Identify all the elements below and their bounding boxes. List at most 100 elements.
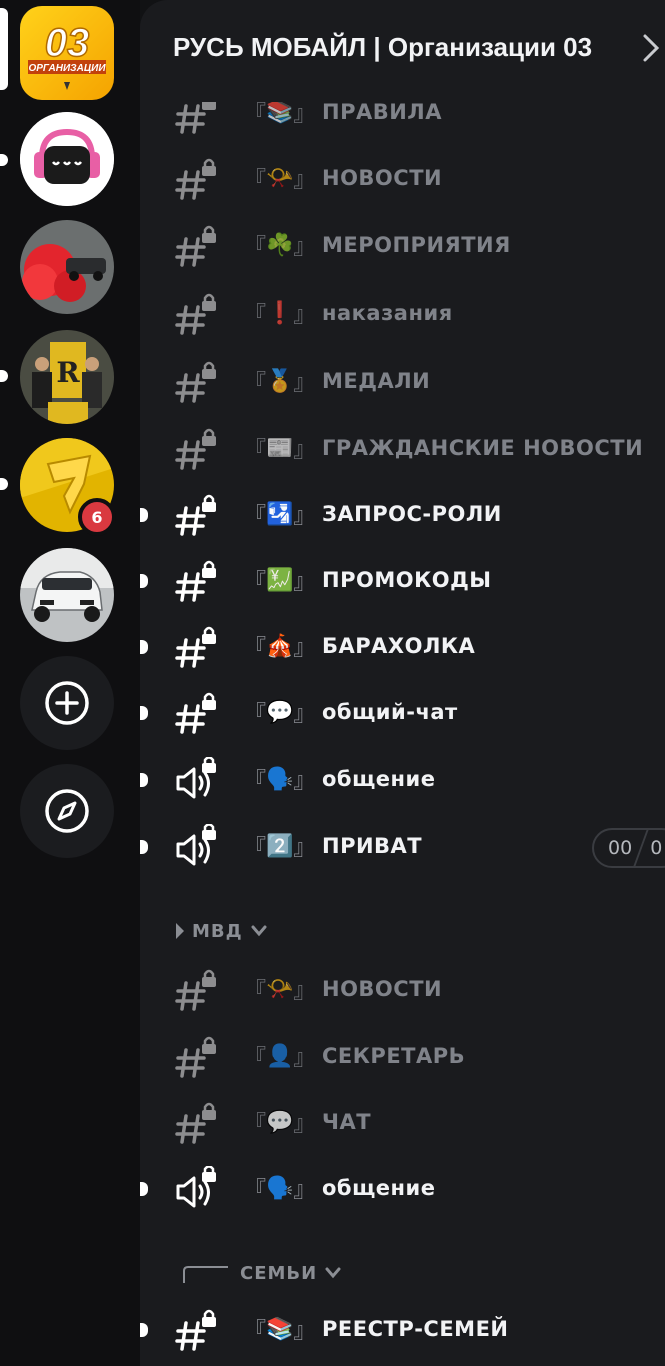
channel-name: наказания — [322, 301, 453, 325]
bracket-close: 』 — [293, 1112, 316, 1137]
channel-name: ГРАЖДАНСКИЕ НОВОСТИ — [322, 436, 644, 460]
unread-indicator — [0, 154, 8, 166]
hash-icon — [174, 967, 220, 1013]
emoji: ❗ — [266, 300, 294, 326]
svg-text:R: R — [56, 356, 80, 389]
channel-row[interactable]: 『🗣️』 общение — [140, 747, 665, 813]
unread-indicator — [140, 1323, 148, 1337]
bracket-open: 『 — [244, 702, 267, 727]
text-channel-locked-icon — [175, 626, 216, 668]
emoji: 🏅 — [266, 368, 294, 394]
channel-row[interactable]: 『☘️』 МЕРОПРИЯТИЯ — [140, 213, 665, 279]
white-car-icon — [20, 548, 114, 642]
chevron-right-icon — [643, 34, 660, 62]
category-families[interactable]: СЕМЬИ — [180, 1258, 341, 1288]
emoji: 🛂 — [266, 501, 294, 527]
bracket-close: 』 — [293, 979, 316, 1004]
server-group-photo[interactable]: R — [20, 330, 114, 424]
hash-icon — [174, 291, 220, 337]
hash-icon — [174, 359, 220, 405]
channel-row[interactable]: 『📯』 НОВОСТИ — [140, 146, 665, 212]
emoji: 💹 — [266, 567, 294, 593]
channel-emoji: 『🗣️』 — [244, 759, 315, 799]
channel-emoji: 『💬』 — [244, 692, 315, 732]
channel-emoji: 『📯』 — [244, 158, 315, 198]
emoji: 📯 — [266, 976, 294, 1002]
channel-row[interactable]: 『2️⃣』 ПРИВАТ 00 0 — [140, 814, 665, 880]
channel-row[interactable]: 『🗣️』 общение — [140, 1156, 665, 1222]
channel-row[interactable]: 『📚』 РЕЕСТР-СЕМЕЙ — [140, 1297, 665, 1363]
channel-row[interactable]: 『🏅』 МЕДАЛИ — [140, 349, 665, 415]
unread-indicator — [140, 773, 148, 787]
bracket-open: 『 — [244, 235, 267, 260]
channel-name: общение — [322, 1176, 436, 1200]
channel-emoji: 『💬』 — [244, 1102, 315, 1142]
channel-row[interactable]: 『📰』 ГРАЖДАНСКИЕ НОВОСТИ — [140, 416, 665, 482]
server-white-car[interactable] — [20, 548, 114, 642]
bracket-open: 『 — [244, 1319, 267, 1344]
bracket-open: 『 — [244, 836, 267, 861]
channel-name: общий-чат — [322, 700, 458, 724]
hash-icon — [174, 223, 220, 269]
text-channel-locked-icon — [175, 158, 216, 200]
server-headphones-mascot[interactable] — [20, 112, 114, 206]
channel-list: РУСЬ МОБАЙЛ | Организации 03 МВД СЕМЬИ 『… — [140, 0, 665, 1366]
svg-text:03: 03 — [45, 21, 90, 65]
channel-row[interactable]: 『💹』 ПРОМОКОДЫ — [140, 548, 665, 614]
text-channel-locked-icon — [175, 692, 216, 734]
compass-icon — [45, 789, 89, 833]
channel-name: ПРАВИЛА — [322, 100, 442, 124]
unread-indicator — [140, 508, 148, 522]
bracket-open: 『 — [244, 1046, 267, 1071]
server-header[interactable]: РУСЬ МОБАЙЛ | Организации 03 — [140, 0, 665, 102]
bracket-close: 』 — [293, 438, 316, 463]
channel-row[interactable]: 『💬』 ЧАТ — [140, 1090, 665, 1156]
voice-channel-locked-icon — [176, 823, 216, 866]
bracket-close: 』 — [293, 303, 316, 328]
channel-name: ЧАТ — [322, 1110, 372, 1134]
speaker-icon — [174, 756, 220, 803]
chevron-down-icon — [325, 1267, 341, 1279]
bracket-open: 『 — [244, 769, 267, 794]
voice-user-limit-pill: 00 0 — [592, 828, 665, 868]
emoji: 📚 — [266, 1316, 294, 1342]
category-label: МВД — [192, 920, 243, 942]
bracket-close: 』 — [293, 504, 316, 529]
channel-name: МЕРОПРИЯТИЯ — [322, 233, 511, 257]
channel-name: НОВОСТИ — [322, 166, 443, 190]
channel-row[interactable]: 『❗』 наказания — [140, 281, 665, 347]
mention-count-badge: 6 — [78, 498, 116, 536]
category-mvd[interactable]: МВД — [174, 916, 267, 946]
pill-separator — [632, 830, 650, 866]
bracket-open: 『 — [244, 504, 267, 529]
channel-row[interactable]: 『👤』 СЕКРЕТАРЬ — [140, 1024, 665, 1090]
emoji: 📯 — [266, 165, 294, 191]
hash-icon — [174, 690, 220, 736]
voice-channel-locked-icon — [176, 756, 216, 799]
hash-icon — [174, 156, 220, 202]
bracket-close: 』 — [293, 1319, 316, 1344]
group-photo-icon: R — [20, 330, 114, 424]
category-branch-icon — [183, 1266, 228, 1283]
bracket-open: 『 — [244, 1112, 267, 1137]
add-server-button[interactable] — [20, 656, 114, 750]
text-channel-locked-icon — [175, 494, 216, 536]
bracket-open: 『 — [244, 371, 267, 396]
server-organizations-03[interactable]: 03 ОРГАНИЗАЦИИ — [20, 6, 114, 100]
headphones-mascot-icon — [20, 112, 114, 206]
channel-name: БАРАХОЛКА — [322, 634, 476, 658]
text-channel-locked-icon — [175, 293, 216, 335]
channel-row[interactable]: 『🛂』 ЗАПРОС-РОЛИ — [140, 482, 665, 548]
bracket-open: 『 — [244, 438, 267, 463]
explore-servers-button[interactable] — [20, 764, 114, 858]
channel-row[interactable]: 『🎪』 БАРАХОЛКА — [140, 614, 665, 680]
bracket-close: 』 — [293, 836, 316, 861]
text-channel-locked-icon — [175, 1102, 216, 1144]
plus-circle-icon — [45, 681, 89, 725]
channel-row[interactable]: 『💬』 общий-чат — [140, 680, 665, 746]
hash-icon — [174, 426, 220, 472]
channel-row[interactable]: 『📯』 НОВОСТИ — [140, 957, 665, 1023]
bracket-open: 『 — [244, 636, 267, 661]
server-red-smoke-car[interactable] — [20, 220, 114, 314]
emoji: ☘️ — [266, 232, 294, 258]
